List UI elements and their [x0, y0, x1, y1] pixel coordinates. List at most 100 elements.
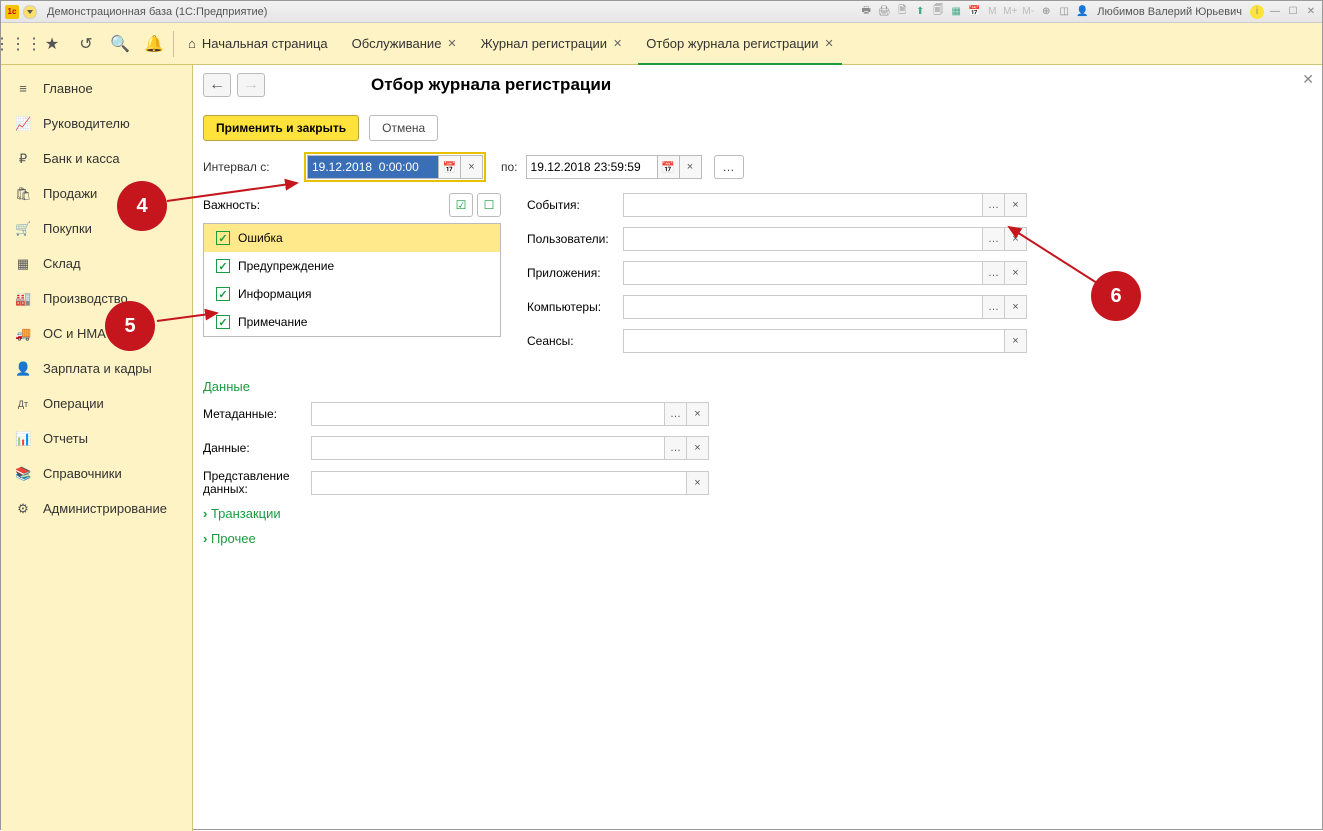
apps-icon[interactable]: ⋮⋮⋮ [1, 23, 35, 65]
sidebar-item-production[interactable]: 🏭Производство [1, 281, 192, 316]
tab-home[interactable]: ⌂ Начальная страница [176, 23, 340, 65]
clear-button[interactable]: × [1005, 261, 1027, 285]
clear-button[interactable]: × [687, 471, 709, 495]
sidebar-item-operations[interactable]: ДтОперации [1, 386, 192, 421]
sidebar-item-payroll[interactable]: 👤Зарплата и кадры [1, 351, 192, 386]
tab-service[interactable]: Обслуживание ✕ [340, 23, 469, 65]
expand-other[interactable]: Прочее [203, 531, 1306, 546]
to-label: по: [501, 160, 518, 174]
sessions-input[interactable] [623, 329, 1005, 353]
importance-item-info[interactable]: ✓Информация [204, 280, 500, 308]
search-icon[interactable]: 🔍 [103, 23, 137, 65]
list-item-label: Ошибка [238, 231, 283, 245]
checkbox-icon[interactable]: ✓ [216, 287, 230, 301]
tab-filter-journal[interactable]: Отбор журнала регистрации ✕ [634, 23, 845, 65]
sidebar-item-admin[interactable]: ⚙Администрирование [1, 491, 192, 526]
cancel-button[interactable]: Отмена [369, 115, 438, 141]
mplus-icon[interactable]: M+ [1003, 5, 1017, 19]
sidebar-item-warehouse[interactable]: ▦ Склад [1, 246, 192, 281]
back-button[interactable]: ← [203, 73, 231, 97]
info-icon[interactable]: i [1250, 5, 1264, 19]
interval-from-label: Интервал с: [203, 160, 293, 174]
close-icon[interactable]: ✕ [824, 37, 833, 50]
min-icon[interactable]: — [1268, 5, 1282, 19]
app-menu-dropdown-icon[interactable] [23, 5, 37, 19]
zoom-icon[interactable]: ⊕ [1039, 5, 1053, 19]
date-from-field[interactable]: 📅 × [307, 155, 483, 179]
mminus-icon[interactable]: M- [1021, 5, 1035, 19]
repr-input[interactable] [311, 471, 687, 495]
close-icon[interactable]: ✕ [613, 37, 622, 50]
calendar-icon[interactable]: 📅 [657, 156, 679, 178]
sep [173, 31, 174, 57]
users-label: Пользователи: [527, 232, 623, 246]
select-button[interactable]: … [983, 295, 1005, 319]
checkbox-icon[interactable]: ✓ [216, 315, 230, 329]
bell-icon[interactable]: 🔔 [137, 23, 171, 65]
save-icon[interactable]: 🖨 [877, 5, 891, 19]
date-from-input[interactable] [308, 156, 438, 178]
date-to-field[interactable]: 📅 × [526, 155, 702, 179]
grid-icon: ▦ [15, 256, 31, 272]
clear-button[interactable]: × [1005, 193, 1027, 217]
select-button[interactable]: … [665, 402, 687, 426]
tray-icon[interactable]: ⬆ [913, 5, 927, 19]
sidebar-item-assets[interactable]: 🚚ОС и НМА [1, 316, 192, 351]
uncheck-all-button[interactable]: ☐ [477, 193, 501, 217]
clear-button[interactable]: × [1005, 295, 1027, 319]
events-input[interactable] [623, 193, 983, 217]
history-icon[interactable]: ↺ [69, 23, 103, 65]
check-all-button[interactable]: ☑ [449, 193, 473, 217]
select-button[interactable]: … [665, 436, 687, 460]
sidebar: ≡Главное 📈Руководителю ₽Банк и касса 🛍Пр… [1, 65, 193, 831]
calendar-icon[interactable]: 📅 [438, 156, 460, 178]
close-page-icon[interactable]: ✕ [1302, 71, 1314, 88]
checkbox-icon[interactable]: ✓ [216, 231, 230, 245]
sidebar-item-bank[interactable]: ₽Банк и касса [1, 141, 192, 176]
importance-item-error[interactable]: ✓ Ошибка [204, 224, 500, 252]
repr-label: Представление данных: [203, 470, 311, 496]
close-window-icon[interactable]: ✕ [1304, 5, 1318, 19]
clear-icon[interactable]: × [460, 156, 482, 178]
clear-button[interactable]: × [687, 436, 709, 460]
m-icon[interactable]: M [985, 5, 999, 19]
tab-journal[interactable]: Журнал регистрации ✕ [469, 23, 635, 65]
users-input[interactable] [623, 227, 983, 251]
sidebar-item-catalogs[interactable]: 📚Справочники [1, 456, 192, 491]
doc-icon[interactable]: 🗎 [895, 5, 909, 19]
select-button[interactable]: … [983, 193, 1005, 217]
clear-button[interactable]: × [1005, 329, 1027, 353]
expand-transactions[interactable]: Транзакции [203, 506, 1306, 521]
tab-label: Начальная страница [202, 36, 328, 51]
select-button[interactable]: … [983, 227, 1005, 251]
panels-icon[interactable]: ◫ [1057, 5, 1071, 19]
copy-icon[interactable]: 🗐 [931, 5, 945, 19]
print-icon[interactable]: 🖶 [859, 5, 873, 19]
period-select-button[interactable]: … [714, 155, 744, 179]
clear-button[interactable]: × [1005, 227, 1027, 251]
bag-icon: 🛍 [15, 186, 31, 202]
sidebar-item-reports[interactable]: 📊Отчеты [1, 421, 192, 456]
max-icon[interactable]: ☐ [1286, 5, 1300, 19]
importance-item-warning[interactable]: ✓Предупреждение [204, 252, 500, 280]
clear-icon[interactable]: × [679, 156, 701, 178]
star-icon[interactable]: ★ [35, 23, 69, 65]
select-button[interactable]: … [983, 261, 1005, 285]
apply-close-button[interactable]: Применить и закрыть [203, 115, 359, 141]
clear-button[interactable]: × [687, 402, 709, 426]
grid-icon[interactable]: ▦ [949, 5, 963, 19]
close-icon[interactable]: ✕ [447, 37, 456, 50]
sidebar-item-main[interactable]: ≡Главное [1, 71, 192, 106]
importance-item-note[interactable]: ✓Примечание [204, 308, 500, 336]
apps-input[interactable] [623, 261, 983, 285]
comps-input[interactable] [623, 295, 983, 319]
data-input[interactable] [311, 436, 665, 460]
annotation-badge-4: 4 [117, 181, 167, 231]
checkbox-icon[interactable]: ✓ [216, 259, 230, 273]
date-to-input[interactable] [527, 156, 657, 178]
sidebar-item-label: Склад [43, 256, 81, 271]
calendar-icon[interactable]: 📅 [967, 5, 981, 19]
metadata-input[interactable] [311, 402, 665, 426]
sidebar-item-manager[interactable]: 📈Руководителю [1, 106, 192, 141]
sidebar-item-label: Отчеты [43, 431, 88, 446]
